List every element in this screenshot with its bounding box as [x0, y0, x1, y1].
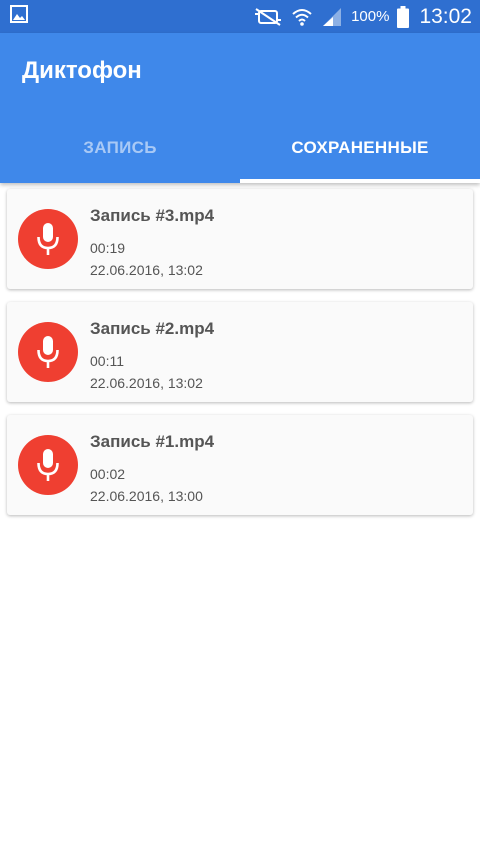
recording-name: Запись #1.mp4	[90, 432, 215, 451]
tab-record-label: ЗАПИСЬ	[83, 138, 157, 157]
status-bar: 100% 13:02	[0, 0, 480, 33]
tab-record[interactable]: ЗАПИСЬ	[0, 113, 240, 183]
microphone-icon	[18, 322, 78, 382]
recording-name: Запись #2.mp4	[90, 319, 215, 338]
tab-bar: ЗАПИСЬ СОХРАНЕННЫЕ	[0, 113, 480, 183]
wifi-icon	[291, 7, 313, 27]
recording-date: 22.06.2016, 13:02	[90, 375, 203, 391]
tab-saved-label: СОХРАНЕННЫЕ	[291, 138, 429, 157]
recording-date: 22.06.2016, 13:02	[90, 262, 203, 278]
recording-card[interactable]: Запись #3.mp4 00:19 22.06.2016, 13:02	[7, 189, 473, 289]
app-bar: Диктофон ЗАПИСЬ СОХРАНЕННЫЕ	[0, 33, 480, 183]
clock: 13:02	[419, 4, 472, 28]
battery-icon	[397, 5, 410, 28]
recording-name: Запись #3.mp4	[90, 206, 215, 225]
microphone-icon	[18, 435, 78, 495]
tab-saved[interactable]: СОХРАНЕННЫЕ	[240, 113, 480, 183]
mute-icon	[253, 7, 283, 27]
app-title: Диктофон	[22, 57, 142, 84]
recording-duration: 00:19	[90, 240, 126, 256]
recordings-list: Запись #3.mp4 00:19 22.06.2016, 13:02 За…	[7, 189, 473, 528]
gallery-icon	[10, 5, 28, 28]
microphone-icon	[18, 209, 78, 269]
recording-card[interactable]: Запись #2.mp4 00:11 22.06.2016, 13:02	[7, 302, 473, 402]
battery-percent: 100%	[351, 8, 390, 25]
recording-duration: 00:02	[90, 466, 126, 482]
signal-icon	[321, 7, 343, 27]
recording-card[interactable]: Запись #1.mp4 00:02 22.06.2016, 13:00	[7, 415, 473, 515]
recording-duration: 00:11	[90, 353, 124, 369]
tab-selected-indicator	[240, 179, 480, 183]
recording-date: 22.06.2016, 13:00	[90, 488, 203, 504]
